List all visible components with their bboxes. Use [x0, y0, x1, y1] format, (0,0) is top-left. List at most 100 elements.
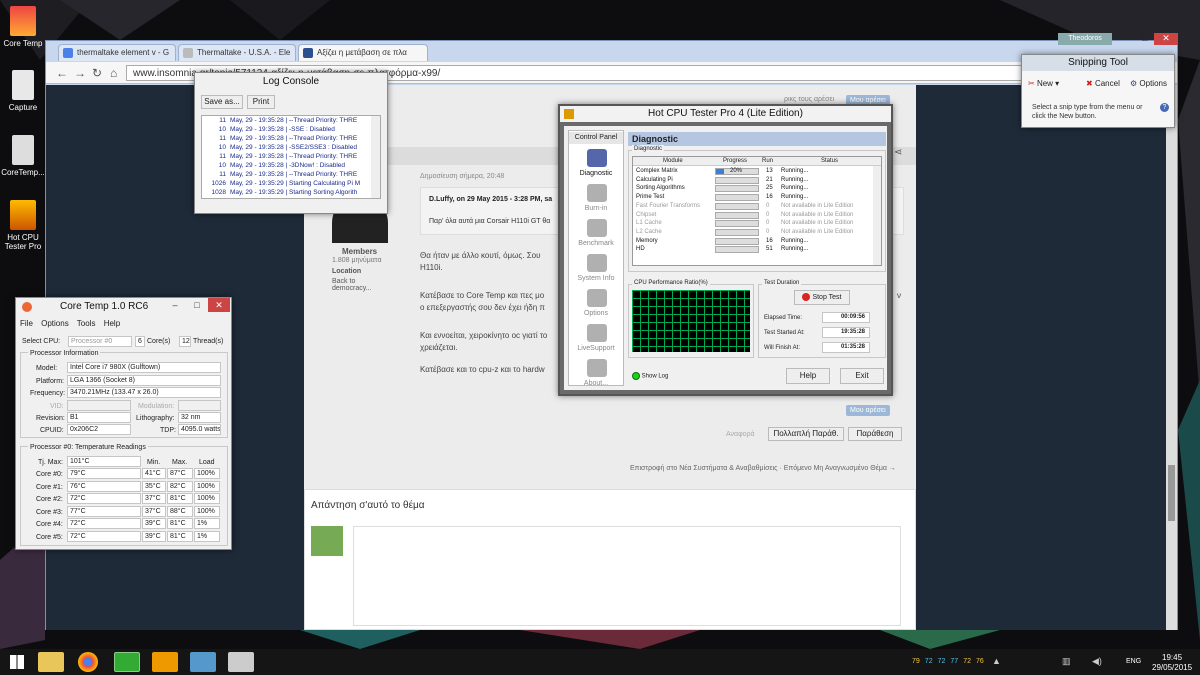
threads-count: 12: [179, 336, 191, 347]
log-code: 11: [219, 153, 226, 160]
nav-item[interactable]: Benchmark: [569, 240, 623, 247]
log-code: 10: [218, 162, 226, 169]
desktop-icon-core-temp[interactable]: Core Temp: [0, 6, 46, 48]
hot-cpu-taskbar-icon[interactable]: [152, 652, 178, 672]
save-as-button[interactable]: Save as...: [201, 95, 243, 109]
menu-options[interactable]: Options: [41, 319, 69, 328]
menu-file[interactable]: File: [20, 319, 33, 328]
clock-date[interactable]: 29/05/2015: [1152, 663, 1192, 672]
tab-label: thermaltake element v - G: [77, 48, 170, 57]
reload-icon[interactable]: ↻: [92, 66, 102, 80]
core-min-value: 39°C: [142, 518, 166, 529]
multiquote-button[interactable]: Πολλαπλή Παράθ.: [768, 427, 844, 441]
exit-button[interactable]: Exit: [840, 368, 884, 384]
module-row: HD 51 Running...: [633, 245, 873, 254]
nav-item[interactable]: Diagnostic: [569, 170, 623, 177]
log-code: 11: [219, 171, 226, 178]
window-close-button[interactable]: ✕: [1154, 33, 1178, 45]
language-indicator[interactable]: ENG: [1126, 658, 1141, 665]
snip-new-button[interactable]: ✂ New ▾: [1028, 79, 1059, 88]
like-button[interactable]: Μου αρέσει: [846, 405, 890, 416]
module-status: Running...: [781, 176, 809, 183]
window-close-button[interactable]: ✕: [208, 298, 230, 312]
location-label: Location: [332, 268, 362, 275]
network-icon[interactable]: ▥: [1062, 656, 1071, 667]
quote-button[interactable]: Παράθεση: [848, 427, 902, 441]
topic-nav-link[interactable]: Επιστροφή στο Νέα Συστήματα & Αναβαθμίσε…: [630, 465, 896, 472]
home-icon[interactable]: ⌂: [110, 66, 117, 80]
window-minimize-button[interactable]: –: [1118, 33, 1136, 45]
page-scrollbar[interactable]: [1166, 85, 1177, 630]
nav-item[interactable]: System Info: [569, 275, 623, 282]
forward-icon[interactable]: →: [74, 66, 86, 80]
module-table[interactable]: Module Progress Run Status Complex Matri…: [632, 156, 882, 266]
snip-cancel-button[interactable]: ✖ Cancel: [1086, 79, 1120, 88]
vid-value: [67, 400, 131, 411]
nav-item[interactable]: Burn-in: [569, 205, 623, 212]
tjmax-value: 101°C: [67, 456, 141, 467]
core-temp-taskbar-icon[interactable]: [114, 652, 140, 672]
log-scrollbar[interactable]: [371, 116, 380, 198]
core-name: Core #5:: [36, 533, 63, 541]
tab-label: Thermaltake - U.S.A. - Ele: [197, 48, 291, 57]
print-button[interactable]: Print: [247, 95, 275, 109]
module-progress-bar: [715, 194, 759, 202]
chrome-user-badge[interactable]: Theodoros: [1058, 33, 1112, 45]
model-label: Model:: [36, 365, 58, 372]
nav-item[interactable]: About...: [569, 380, 623, 387]
show-log-label: Show Log: [641, 373, 669, 380]
control-panel-taskbar-icon[interactable]: [190, 652, 216, 672]
table-scrollbar[interactable]: [873, 166, 881, 265]
back-icon[interactable]: ←: [56, 66, 68, 80]
file-explorer-icon[interactable]: [38, 652, 64, 672]
module-name: L1 Cache: [636, 220, 662, 227]
module-run-count: 51: [766, 246, 773, 253]
log-text: May, 29 - 19:35:28 | -SSE : Disabled: [230, 126, 335, 133]
volume-icon[interactable]: ◀): [1092, 656, 1102, 667]
browser-tab[interactable]: thermaltake element v - G: [58, 44, 176, 61]
browser-tab[interactable]: Thermaltake - U.S.A. - Ele: [178, 44, 296, 61]
module-name: Memory: [636, 237, 658, 244]
scrollbar-thumb[interactable]: [1168, 465, 1175, 521]
tray-overflow-icon[interactable]: ▲: [992, 656, 1001, 666]
reply-editor[interactable]: [353, 526, 901, 626]
show-log-toggle[interactable]: Show Log: [632, 372, 668, 380]
started-label: Test Started At:: [764, 330, 805, 336]
help-button[interactable]: Help: [786, 368, 830, 384]
core-name: Core #1:: [36, 483, 63, 491]
nav-item[interactable]: Options: [569, 310, 623, 317]
desktop-icon-capture[interactable]: Capture: [0, 70, 46, 112]
browser-tab-active[interactable]: Αξίζει η μετάβαση σε πλα: [298, 44, 428, 61]
select-cpu-dropdown[interactable]: Processor #0: [68, 336, 132, 347]
module-name: HD: [636, 246, 645, 253]
cores-count: 6: [135, 336, 145, 347]
chrome-icon[interactable]: [78, 652, 98, 672]
window-maximize-button[interactable]: □: [1136, 33, 1154, 45]
desktop-icon-coretemp-file[interactable]: CoreTemp...: [0, 135, 46, 177]
menu-tools[interactable]: Tools: [77, 319, 96, 328]
clock-time[interactable]: 19:45: [1162, 653, 1182, 662]
module-run-count: 16: [766, 194, 773, 201]
module-run-count: 0: [766, 228, 770, 235]
diagnostic-header: Diagnostic: [628, 132, 886, 146]
window-minimize-button[interactable]: –: [164, 298, 186, 312]
log-code: 11: [219, 117, 226, 124]
core-min-value: 37°C: [142, 493, 166, 504]
report-link[interactable]: Αναφορά: [726, 431, 755, 438]
frequency-value: 3470.21MHz (133.47 x 26.0): [67, 387, 221, 398]
snipping-tool-taskbar-icon[interactable]: [228, 652, 254, 672]
help-icon[interactable]: ?: [1160, 103, 1169, 112]
module-row: Sorting Algorithms 25 Running...: [633, 184, 873, 193]
window-maximize-button[interactable]: □: [186, 298, 208, 312]
module-row: Calculating Pi 21 Running...: [633, 176, 873, 185]
log-list[interactable]: 11 May, 29 - 19:35:28 | --Thread Priority…: [201, 115, 381, 199]
snip-options-button[interactable]: ⚙ Options: [1130, 79, 1167, 88]
menu-help[interactable]: Help: [104, 319, 120, 328]
start-button[interactable]: [10, 655, 24, 669]
log-row: 11 May, 29 - 19:35:28 | --Thread Priority…: [202, 171, 370, 180]
stop-test-button[interactable]: Stop Test: [794, 290, 850, 305]
tray-temperatures[interactable]: 79 72 72 77 72 76: [912, 658, 989, 665]
nav-item[interactable]: LiveSupport: [569, 345, 623, 352]
desktop-icon-hot-cpu-tester[interactable]: Hot CPU Tester Pro: [0, 200, 46, 251]
share-icon[interactable]: ⋖: [894, 147, 902, 158]
